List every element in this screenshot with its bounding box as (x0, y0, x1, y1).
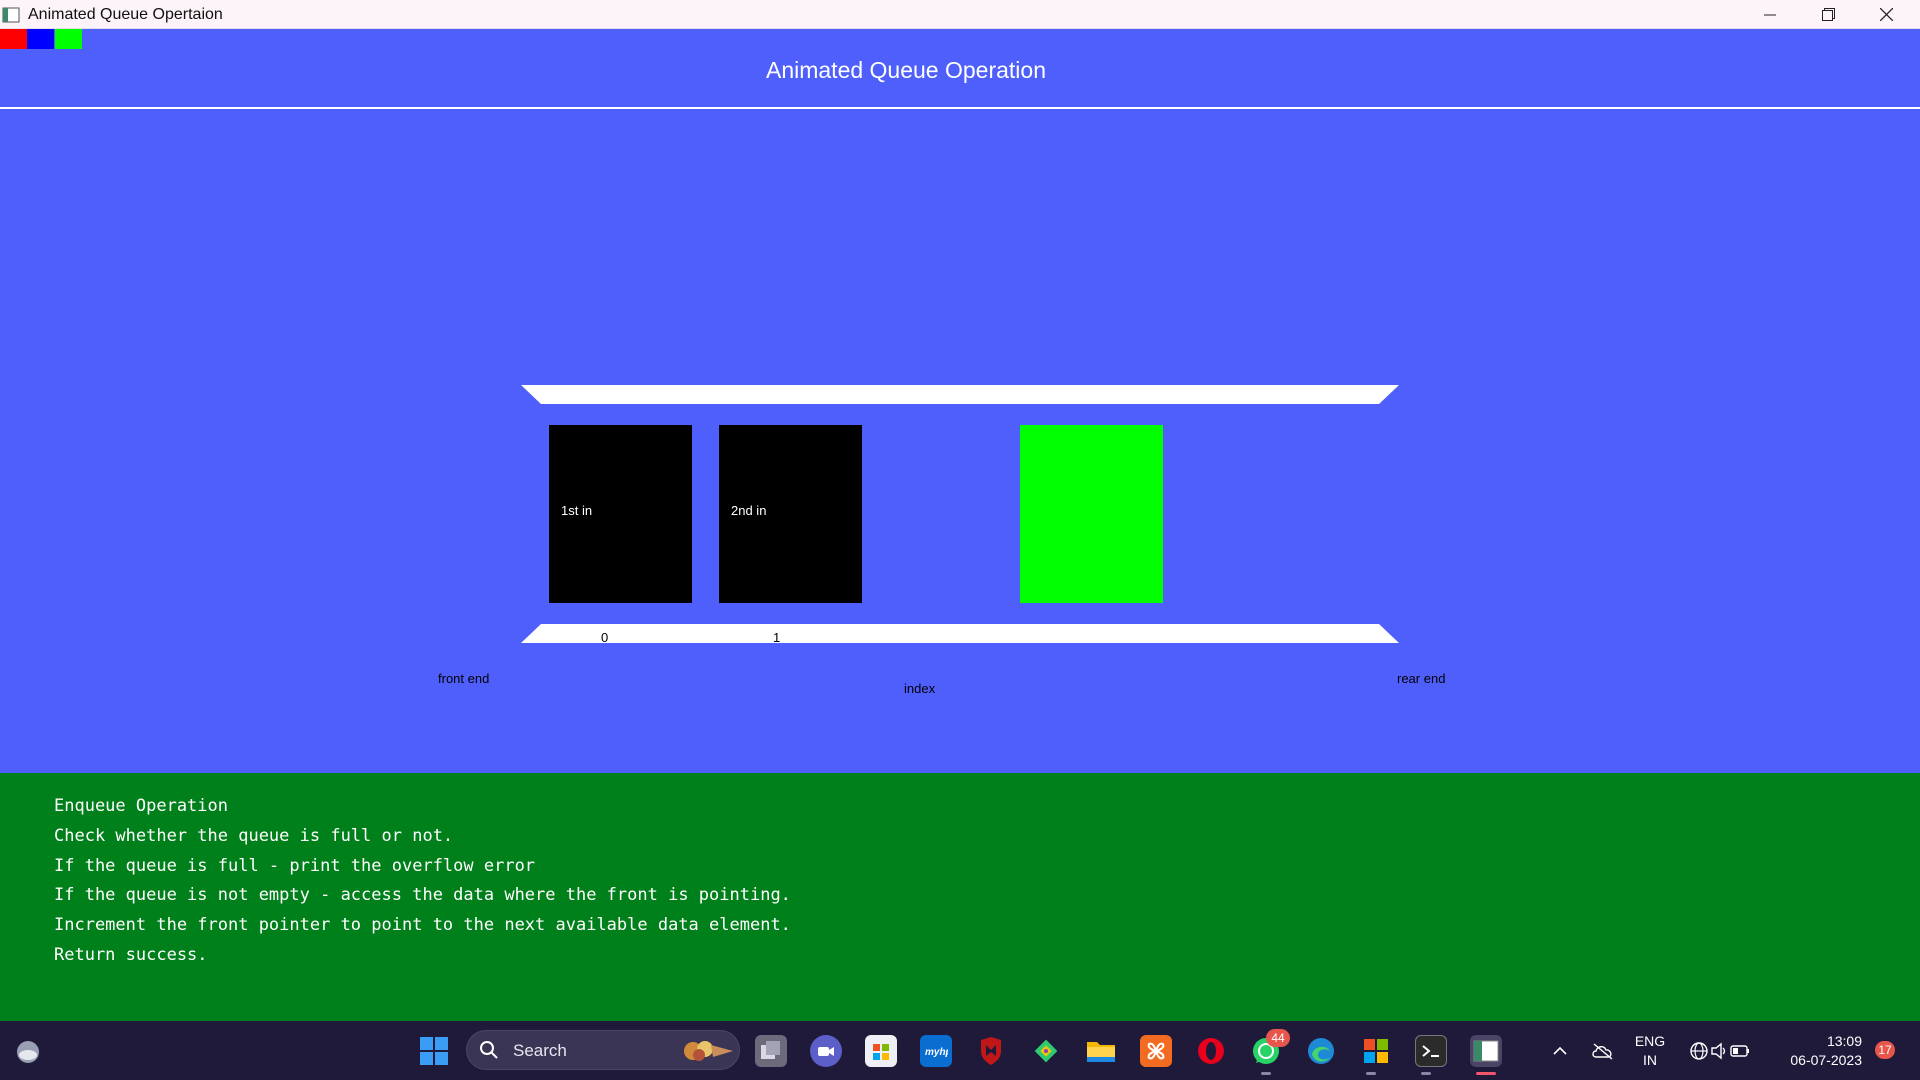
queue-bottom-rail (521, 624, 1399, 643)
queue-canvas: Animated Queue Operation 1st in 2nd in 0… (0, 29, 1920, 773)
search-placeholder: Search (513, 1041, 567, 1060)
cloud-icon (17, 1041, 39, 1063)
minimize-button[interactable] (1741, 0, 1799, 29)
running-indicator (1421, 1072, 1431, 1075)
info-line: Return success. (54, 945, 208, 965)
terminal-button[interactable] (1415, 1035, 1447, 1067)
queue-rails (521, 385, 1399, 643)
onedrive-tray-button[interactable] (1590, 1035, 1616, 1067)
queue-top-rail (521, 385, 1399, 404)
opera-icon (1198, 1038, 1224, 1064)
terminal-icon (1422, 1045, 1439, 1057)
mcafee-button[interactable] (975, 1035, 1007, 1067)
index-caption: index (904, 681, 936, 696)
queue-slot-incoming (1020, 425, 1163, 603)
rear-end-label: rear end (1397, 671, 1446, 686)
quick-settings-button[interactable] (1684, 1035, 1756, 1067)
window-app-icon (1473, 1040, 1499, 1062)
start-button[interactable] (418, 1035, 450, 1067)
grid-app-icon (1364, 1039, 1388, 1063)
language-indicator[interactable]: ENG (1630, 1033, 1670, 1049)
svg-text:myhp: myhp (925, 1047, 948, 1058)
weather-widget[interactable] (12, 1035, 44, 1067)
search-highlight-icon (684, 1041, 733, 1061)
queue-slot-0: 1st in (549, 425, 692, 603)
close-icon (1879, 8, 1893, 21)
task-view-icon (761, 1041, 780, 1059)
slot-label: 1st in (561, 503, 593, 518)
myhp-button[interactable]: myhp (920, 1035, 952, 1067)
colorful-app-button[interactable] (1360, 1035, 1392, 1067)
queue-app-button[interactable] (1470, 1035, 1502, 1067)
window-title: Animated Queue Opertaion (28, 6, 223, 23)
info-line: Enqueue Operation (54, 796, 228, 816)
operation-description-panel: Enqueue Operation Check whether the queu… (0, 773, 1920, 1021)
taskbar-search-box[interactable]: Search (466, 1030, 740, 1070)
info-line: If the queue is full - print the overflo… (54, 856, 536, 876)
region-indicator[interactable]: IN (1630, 1052, 1670, 1068)
game-app-button[interactable] (1030, 1035, 1062, 1067)
windows-icon (420, 1037, 448, 1065)
chevron-up-icon (1553, 1046, 1567, 1055)
microsoft-store-button[interactable] (865, 1035, 897, 1067)
app-icon (2, 7, 20, 23)
xampp-icon (1147, 1042, 1165, 1060)
restore-button[interactable] (1799, 0, 1857, 29)
myhp-icon: myhp (925, 1047, 948, 1058)
info-line: Check whether the queue is full or not. (54, 826, 454, 846)
index-label-0: 0 (601, 630, 609, 645)
close-button[interactable] (1857, 0, 1915, 29)
running-indicator (1261, 1072, 1271, 1075)
network-icon (1690, 1042, 1708, 1060)
edge-button[interactable] (1305, 1035, 1337, 1067)
clock-date[interactable]: 06-07-2023 (1782, 1052, 1862, 1068)
notification-count-badge[interactable]: 17 (1875, 1041, 1895, 1059)
shield-icon (981, 1037, 1001, 1065)
slot-label: 2nd in (731, 503, 767, 518)
folder-icon (1087, 1042, 1115, 1062)
whatsapp-notification-badge: 44 (1266, 1029, 1290, 1047)
store-icon (873, 1044, 889, 1060)
index-label-1: 1 (773, 630, 781, 645)
clock-time[interactable]: 13:09 (1782, 1033, 1862, 1049)
minimize-icon (1764, 14, 1776, 15)
edge-icon (1308, 1038, 1334, 1064)
restore-icon (1821, 8, 1835, 21)
taskbar: Search myhp 44 (0, 1021, 1920, 1080)
window-titlebar: Animated Queue Opertaion (0, 0, 1920, 29)
cloud-offline-icon (1592, 1043, 1613, 1060)
battery-icon (1730, 1045, 1749, 1057)
queue-slot-1: 2nd in (719, 425, 862, 603)
active-app-indicator (1476, 1072, 1496, 1075)
xampp-button[interactable] (1140, 1035, 1172, 1067)
video-chat-icon (818, 1047, 834, 1056)
opera-button[interactable] (1195, 1035, 1227, 1067)
show-hidden-icons-button[interactable] (1548, 1035, 1572, 1067)
file-explorer-button[interactable] (1085, 1035, 1117, 1067)
running-indicator (1366, 1072, 1376, 1075)
search-icon (480, 1041, 498, 1059)
task-view-button[interactable] (755, 1035, 787, 1067)
teams-chat-button[interactable] (810, 1035, 842, 1067)
info-line: If the queue is not empty - access the d… (54, 885, 791, 905)
front-end-label: front end (438, 671, 490, 686)
diamond-app-icon (1034, 1039, 1058, 1063)
info-line: Increment the front pointer to point to … (54, 915, 791, 935)
volume-icon (1711, 1042, 1726, 1060)
